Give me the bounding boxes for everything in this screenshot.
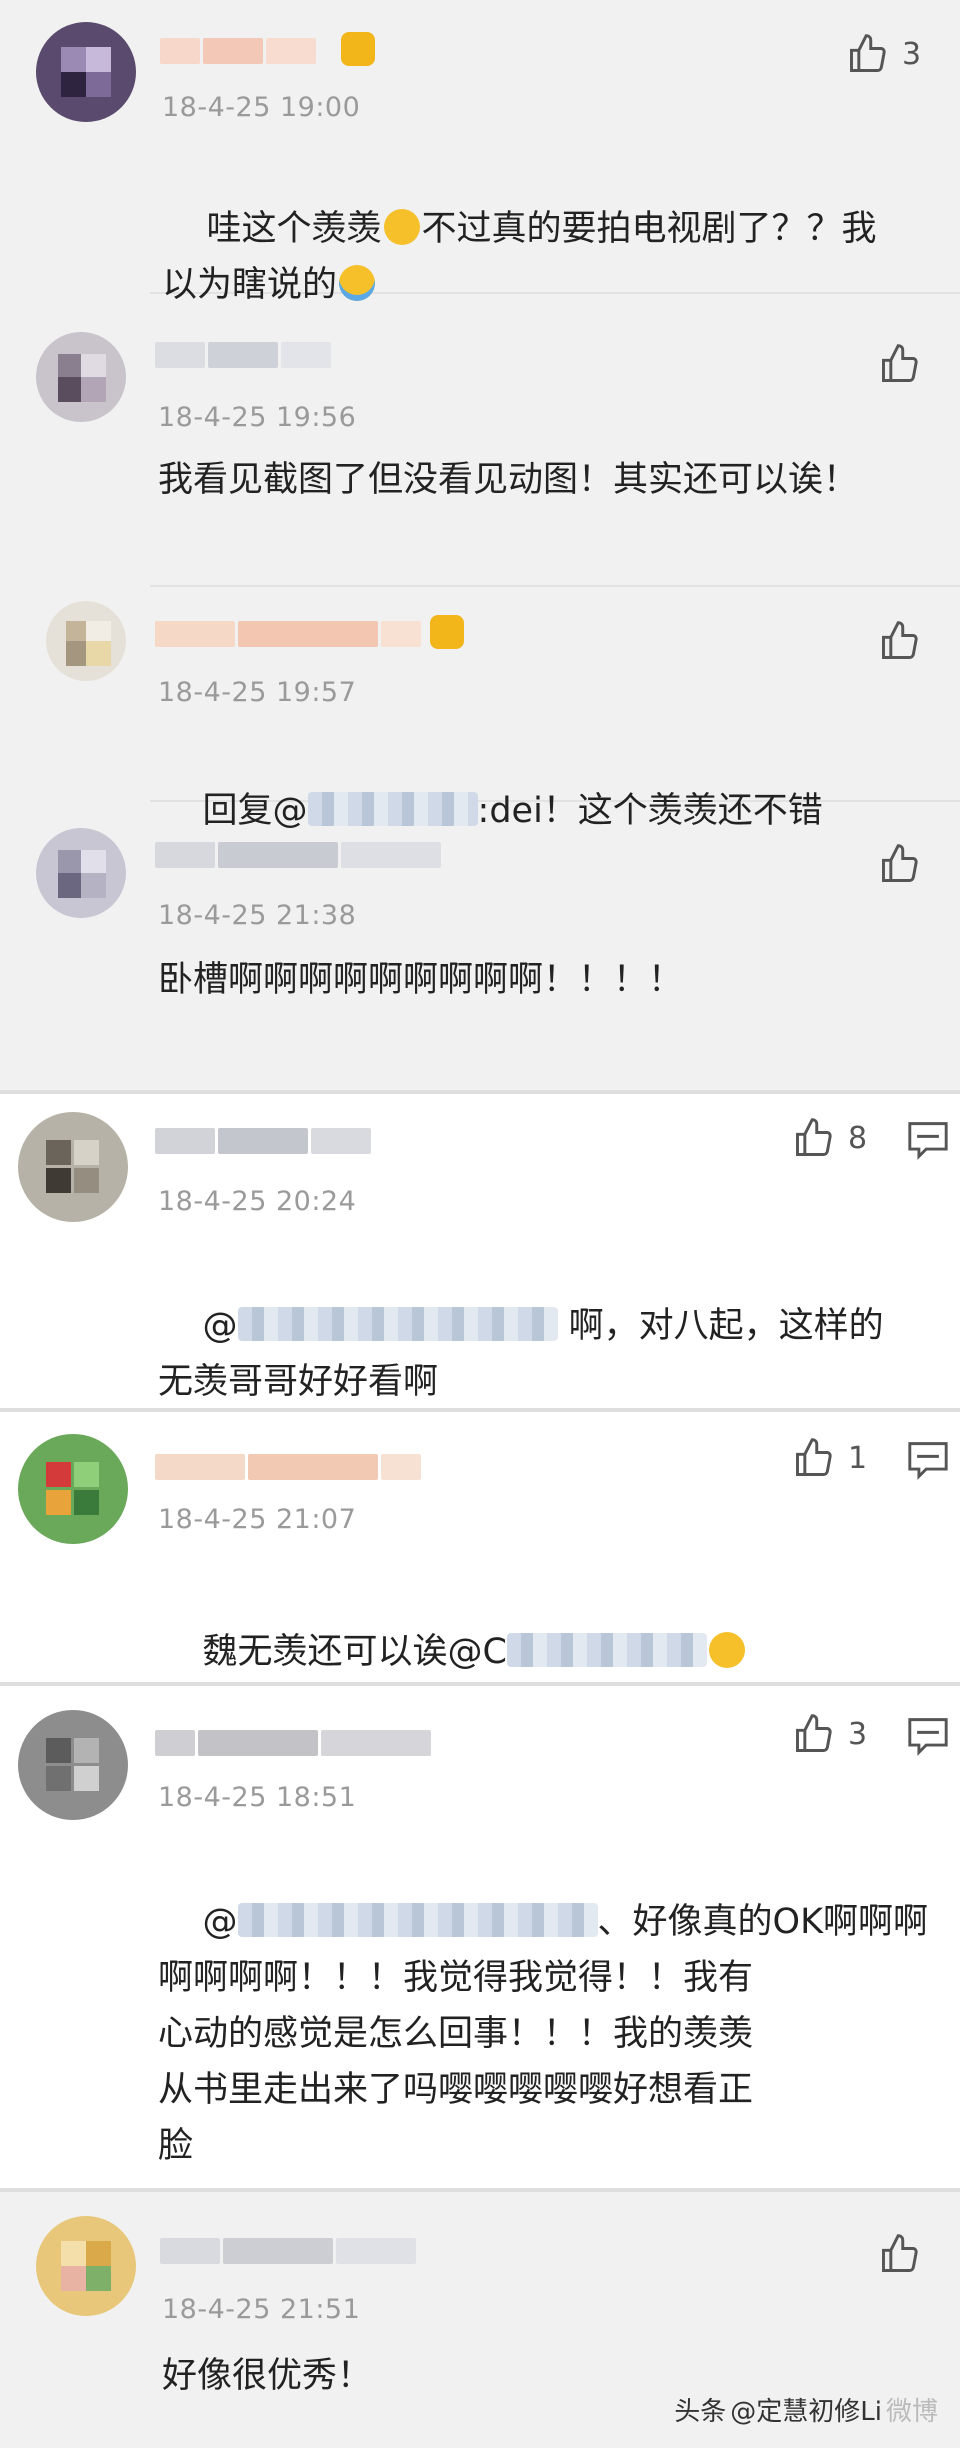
avatar[interactable]	[18, 1434, 128, 1544]
comment-timestamp: 18-4-25 20:24	[158, 1186, 357, 1217]
like-count: 1	[848, 1440, 868, 1476]
like-button[interactable]	[878, 2232, 922, 2276]
comment-timestamp: 18-4-25 19:00	[162, 92, 361, 123]
thumbs-up-icon	[882, 2234, 918, 2272]
watermark: 头条 @定慧初修Li 微博	[674, 2391, 938, 2428]
avatar[interactable]	[46, 601, 126, 681]
comment-text: @ 啊，对八起，这样的 无羡哥哥好好看啊	[158, 1306, 884, 1402]
comment-timestamp: 18-4-25 21:38	[158, 900, 357, 931]
comment-timestamp: 18-4-25 21:07	[158, 1504, 357, 1535]
comment-text: 我看见截图了但没看见动图！其实还可以诶！	[158, 460, 859, 500]
vip-crown-icon	[341, 32, 375, 66]
comment-bubble-icon	[908, 1442, 948, 1480]
username-blurred[interactable]	[160, 2238, 416, 2264]
vip-crown-icon	[430, 615, 464, 649]
laugh-cry-emoji-icon	[339, 265, 376, 301]
comment-bubble-icon	[908, 1122, 948, 1160]
thumbs-up-icon	[796, 1118, 832, 1156]
reply-button[interactable]	[906, 1120, 950, 1164]
thumbs-up-icon	[796, 1714, 832, 1752]
like-button[interactable]: 3	[846, 32, 921, 76]
like-button[interactable]	[878, 619, 922, 663]
smile-emoji-icon	[708, 1632, 745, 1668]
username-blurred[interactable]	[160, 32, 375, 66]
comment-text: 魏无羡还可以诶@C	[158, 1568, 938, 1736]
like-button[interactable]: 8	[792, 1116, 867, 1160]
like-button[interactable]: 1	[792, 1436, 867, 1480]
comment-text: 卧槽啊啊啊啊啊啊啊啊啊！！！！	[158, 960, 684, 1000]
like-count: 8	[848, 1120, 868, 1156]
comment-timestamp: 18-4-25 21:51	[162, 2294, 361, 2325]
comment-timestamp: 18-4-25 18:51	[158, 1782, 357, 1813]
watermark-prefix: 头条	[674, 2397, 727, 2427]
reply-button[interactable]	[906, 1716, 950, 1760]
thumbs-up-icon	[796, 1438, 832, 1476]
avatar[interactable]	[18, 1112, 128, 1222]
avatar[interactable]	[36, 22, 136, 122]
comment-text: 回复@:dei！这个羡羡还不错	[202, 791, 823, 831]
avatar[interactable]	[36, 2216, 136, 2316]
username-blurred[interactable]	[155, 1128, 371, 1154]
username-blurred[interactable]	[155, 615, 464, 649]
reply-button[interactable]	[906, 1440, 950, 1484]
like-button[interactable]	[878, 842, 922, 886]
username-blurred[interactable]	[155, 842, 441, 868]
comment-timestamp: 18-4-25 19:57	[158, 677, 357, 708]
username-blurred[interactable]	[155, 342, 331, 368]
like-count: 3	[902, 36, 922, 72]
thumbs-up-icon	[882, 344, 918, 382]
like-button[interactable]	[878, 342, 922, 386]
mention-blurred[interactable]	[506, 1633, 707, 1667]
thumbs-up-icon	[850, 34, 886, 72]
comment-timestamp: 18-4-25 19:56	[158, 402, 357, 433]
like-button[interactable]: 3	[792, 1712, 867, 1756]
username-blurred[interactable]	[155, 1730, 431, 1756]
watermark-text: @定慧初修Li	[730, 2397, 882, 2427]
thumbs-up-icon	[882, 621, 918, 659]
avatar[interactable]	[18, 1710, 128, 1820]
username-blurred[interactable]	[155, 1454, 421, 1480]
mention-blurred[interactable]	[237, 1307, 558, 1341]
like-count: 3	[848, 1716, 868, 1752]
avatar[interactable]	[36, 332, 126, 422]
avatar[interactable]	[36, 828, 126, 918]
watermark-faint: 微博	[885, 2397, 938, 2427]
divider	[150, 585, 960, 587]
comment-text: 哇这个羡羡 不过真的要拍电视剧了？？我 以为瞎说的	[162, 209, 877, 305]
comment-bubble-icon	[908, 1718, 948, 1756]
mention-blurred[interactable]	[237, 1903, 598, 1937]
comment-text: @ 、好像真的OK啊啊啊 啊啊啊啊！！！我觉得我觉得！！我有 心动的感觉是怎么回事…	[158, 1902, 929, 2166]
thumbs-up-icon	[882, 844, 918, 882]
mention-blurred[interactable]	[307, 792, 478, 826]
scream-emoji-icon	[383, 209, 420, 245]
